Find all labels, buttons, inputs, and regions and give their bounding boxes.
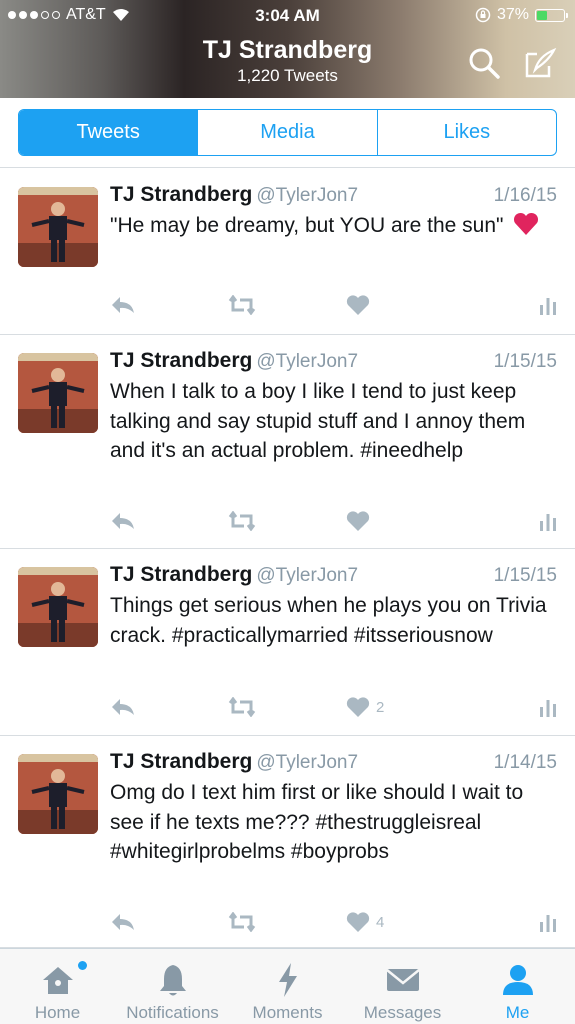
nav-label: Notifications [126, 1003, 219, 1022]
tweet-author-handle[interactable]: @TylerJon7 [256, 185, 358, 206]
tweet[interactable]: TJ Strandberg @TylerJon7 1/16/15 "He may … [0, 169, 575, 335]
tweet-author-name[interactable]: TJ Strandberg [110, 349, 252, 372]
like-icon[interactable]: 2 [346, 695, 384, 719]
analytics-icon[interactable] [539, 509, 557, 533]
compose-icon[interactable] [523, 46, 557, 80]
avatar[interactable] [18, 187, 98, 267]
rotation-lock-icon [475, 7, 491, 23]
nav-moments[interactable]: Moments [230, 949, 345, 1024]
heart-emoji-icon [514, 212, 539, 235]
profile-tabs-bar: Tweets Media Likes [0, 98, 575, 168]
avatar[interactable] [18, 353, 98, 433]
analytics-icon[interactable] [539, 695, 557, 719]
like-count: 4 [376, 913, 385, 931]
tab-tweets[interactable]: Tweets [19, 110, 199, 155]
tweet-text: Omg do I text him first or like should I… [110, 781, 524, 863]
tweet-author-name[interactable]: TJ Strandberg [110, 563, 252, 586]
status-bar: AT&T 3:04 AM 37% [0, 6, 575, 28]
search-icon[interactable] [467, 46, 501, 80]
tweet-author-name[interactable]: TJ Strandberg [110, 183, 252, 206]
retweet-icon[interactable] [228, 695, 256, 719]
envelope-icon [385, 969, 420, 991]
tweet-date: 1/16/15 [493, 185, 557, 206]
tweet-actions: 4 [110, 910, 557, 934]
retweet-icon[interactable] [228, 509, 256, 533]
like-count: 2 [376, 698, 385, 716]
nav-me[interactable]: Me [460, 949, 575, 1024]
analytics-icon[interactable] [539, 293, 557, 317]
nav-messages[interactable]: Messages [345, 949, 460, 1024]
tweet-author-handle[interactable]: @TylerJon7 [256, 565, 358, 586]
like-icon[interactable] [346, 509, 376, 533]
tab-likes[interactable]: Likes [378, 110, 556, 155]
tweet-date: 1/15/15 [493, 565, 557, 586]
tab-media[interactable]: Media [198, 110, 378, 155]
profile-header: AT&T 3:04 AM 37% TJ Strandberg 1,220 Twe… [0, 0, 575, 98]
tweet-date: 1/15/15 [493, 351, 557, 372]
person-icon [502, 965, 533, 995]
tweet-actions [110, 509, 557, 533]
reply-icon[interactable] [110, 509, 136, 533]
nav-label: Moments [252, 1003, 323, 1022]
battery-percent: 37% [496, 6, 529, 23]
home-icon [42, 967, 73, 994]
nav-label: Messages [363, 1003, 442, 1022]
tweet[interactable]: TJ Strandberg @TylerJon7 1/14/15 Omg do I… [0, 736, 575, 948]
avatar[interactable] [18, 567, 98, 647]
notification-dot [78, 961, 87, 970]
bell-icon [159, 965, 186, 996]
tweet-text: When I talk to a boy I like I tend to ju… [110, 380, 526, 462]
avatar[interactable] [18, 754, 98, 834]
nav-label: Home [34, 1003, 81, 1022]
like-icon[interactable]: 4 [346, 910, 384, 934]
reply-icon[interactable] [110, 910, 136, 934]
analytics-icon[interactable] [539, 910, 557, 934]
bottom-tab-bar: Home Notifications Moments Messages Me [0, 948, 575, 1024]
profile-tabs: Tweets Media Likes [18, 109, 557, 156]
battery-icon [535, 8, 568, 22]
retweet-icon[interactable] [228, 293, 256, 317]
tweet[interactable]: TJ Strandberg @TylerJon7 1/15/15 Things g… [0, 549, 575, 736]
tweet-date: 1/14/15 [493, 752, 557, 773]
tweet-text: Things get serious when he plays you on … [110, 594, 547, 647]
reply-icon[interactable] [110, 293, 136, 317]
nav-home[interactable]: Home [0, 949, 115, 1024]
reply-icon[interactable] [110, 695, 136, 719]
nav-label: Me [505, 1003, 530, 1022]
tweet-actions [110, 293, 557, 317]
tweet-author-handle[interactable]: @TylerJon7 [256, 351, 358, 372]
lightning-icon [278, 963, 297, 997]
tweet[interactable]: TJ Strandberg @TylerJon7 1/15/15 When I t… [0, 335, 575, 549]
tweet-text: "He may be dreamy, but YOU are the sun" [110, 211, 557, 241]
like-icon[interactable] [346, 293, 376, 317]
retweet-icon[interactable] [228, 910, 256, 934]
nav-notifications[interactable]: Notifications [115, 949, 230, 1024]
tweet-actions: 2 [110, 695, 557, 719]
tweet-author-name[interactable]: TJ Strandberg [110, 750, 252, 773]
tweet-author-handle[interactable]: @TylerJon7 [256, 752, 358, 773]
